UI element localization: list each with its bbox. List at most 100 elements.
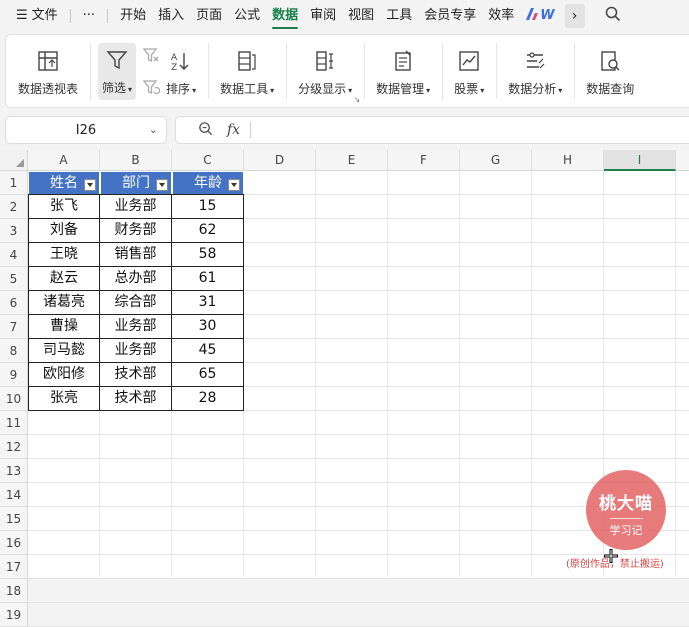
table-cell[interactable]: 诸葛亮 bbox=[28, 290, 100, 315]
table-cell[interactable]: 司马懿 bbox=[28, 338, 100, 363]
row-header-11[interactable]: 11 bbox=[0, 411, 28, 435]
table-cell[interactable]: 61 bbox=[171, 266, 244, 291]
zoom-search-icon[interactable] bbox=[198, 121, 213, 140]
row-header-19[interactable]: 19 bbox=[0, 603, 28, 627]
filter-button[interactable]: 筛选 ▾ bbox=[98, 42, 137, 100]
tab-review[interactable]: 审阅 bbox=[304, 0, 342, 32]
table-cell[interactable]: 技术部 bbox=[99, 362, 172, 387]
column-header-c[interactable]: C bbox=[172, 150, 244, 171]
table-cell[interactable]: 业务部 bbox=[99, 314, 172, 339]
table-cell[interactable]: 业务部 bbox=[99, 194, 172, 219]
row-header-2[interactable]: 2 bbox=[0, 195, 28, 219]
data-analysis-button[interactable]: 数据分析 ▾ bbox=[504, 42, 566, 101]
tab-home[interactable]: 开始 bbox=[114, 0, 152, 32]
row-header-10[interactable]: 10 bbox=[0, 387, 28, 411]
menu-file[interactable]: 文件 bbox=[30, 0, 64, 32]
row-header-15[interactable]: 15 bbox=[0, 507, 28, 531]
chevron-right-icon[interactable]: › bbox=[564, 4, 585, 28]
select-all-corner[interactable] bbox=[0, 150, 28, 171]
cell-reference: I26 bbox=[75, 122, 97, 138]
table-cell[interactable]: 曹操 bbox=[28, 314, 100, 339]
row-header-4[interactable]: 4 bbox=[0, 243, 28, 267]
column-header-b[interactable]: B bbox=[100, 150, 172, 171]
menu-more[interactable]: ··· bbox=[77, 0, 101, 32]
reapply-filter-icon[interactable] bbox=[140, 76, 162, 98]
menu-hamburger-icon[interactable]: ☰ bbox=[10, 0, 30, 32]
outline-button[interactable]: 分级显示 ▾ bbox=[294, 42, 356, 101]
table-header-cell[interactable]: 部门 bbox=[100, 171, 172, 195]
column-header-a[interactable]: A bbox=[28, 150, 100, 171]
tab-page[interactable]: 页面 bbox=[190, 0, 228, 32]
tab-formula[interactable]: 公式 bbox=[228, 0, 266, 32]
row-header-9[interactable]: 9 bbox=[0, 363, 28, 387]
column-header-g[interactable]: G bbox=[460, 150, 532, 171]
name-box[interactable]: I26 ⌄ bbox=[5, 116, 167, 144]
column-header-f[interactable]: F bbox=[388, 150, 460, 171]
row-header-7[interactable]: 7 bbox=[0, 315, 28, 339]
table-cell[interactable]: 58 bbox=[171, 242, 244, 267]
table-cell[interactable]: 45 bbox=[171, 338, 244, 363]
tab-efficiency[interactable]: 效率 bbox=[482, 0, 520, 32]
chevron-down-icon[interactable]: ⌄ bbox=[149, 123, 158, 136]
filter-dropdown-icon[interactable] bbox=[156, 179, 168, 191]
column-header-i[interactable]: I bbox=[604, 150, 676, 171]
row-header-18[interactable]: 18 bbox=[0, 579, 28, 603]
data-query-button[interactable]: 数据查询 bbox=[582, 42, 638, 101]
tab-insert[interactable]: 插入 bbox=[152, 0, 190, 32]
stocks-button[interactable]: 股票 ▾ bbox=[450, 42, 488, 101]
row-header-13[interactable]: 13 bbox=[0, 459, 28, 483]
table-cell[interactable]: 65 bbox=[171, 362, 244, 387]
clear-filter-icon[interactable] bbox=[140, 44, 162, 66]
tab-member[interactable]: 会员专享 bbox=[418, 0, 482, 32]
column-header-h[interactable]: H bbox=[532, 150, 604, 171]
row-header-14[interactable]: 14 bbox=[0, 483, 28, 507]
table-cell[interactable]: 销售部 bbox=[99, 242, 172, 267]
data-tools-button[interactable]: 数据工具 ▾ bbox=[216, 42, 278, 101]
fx-icon[interactable]: fx bbox=[227, 122, 240, 138]
table-header-cell[interactable]: 年龄 bbox=[172, 171, 244, 195]
table-cell[interactable]: 业务部 bbox=[99, 338, 172, 363]
table-cell[interactable]: 30 bbox=[171, 314, 244, 339]
table-cell[interactable]: 欧阳修 bbox=[28, 362, 100, 387]
table-cell[interactable]: 刘备 bbox=[28, 218, 100, 243]
table-cell[interactable]: 28 bbox=[171, 386, 244, 411]
table-cell[interactable]: 张亮 bbox=[28, 386, 100, 411]
chevron-down-icon: ▾ bbox=[480, 85, 485, 95]
formula-input[interactable]: fx bbox=[175, 116, 689, 144]
row-header-16[interactable]: 16 bbox=[0, 531, 28, 555]
table-cell[interactable]: 综合部 bbox=[99, 290, 172, 315]
table-cell[interactable]: 王晓 bbox=[28, 242, 100, 267]
table-header-cell[interactable]: 姓名 bbox=[28, 171, 100, 195]
row-header-17[interactable]: 17 bbox=[0, 555, 28, 579]
row-header-6[interactable]: 6 bbox=[0, 291, 28, 315]
column-gridline bbox=[675, 171, 676, 577]
row-header-3[interactable]: 3 bbox=[0, 219, 28, 243]
table-cell[interactable]: 赵云 bbox=[28, 266, 100, 291]
pivot-table-button[interactable]: 数据透视表 bbox=[14, 42, 82, 101]
row-header-12[interactable]: 12 bbox=[0, 435, 28, 459]
column-header-e[interactable]: E bbox=[316, 150, 388, 171]
data-query-icon bbox=[597, 48, 623, 74]
filter-dropdown-icon[interactable] bbox=[228, 179, 240, 191]
table-cell[interactable]: 15 bbox=[171, 194, 244, 219]
expand-corner-icon[interactable]: ↘ bbox=[353, 95, 360, 104]
row-header-8[interactable]: 8 bbox=[0, 339, 28, 363]
tab-tools[interactable]: 工具 bbox=[380, 0, 418, 32]
table-cell[interactable]: 财务部 bbox=[99, 218, 172, 243]
tab-data[interactable]: 数据 bbox=[266, 0, 304, 32]
row-header-5[interactable]: 5 bbox=[0, 267, 28, 291]
table-cell[interactable]: 31 bbox=[171, 290, 244, 315]
sort-button[interactable]: AZ 排序 ▾ bbox=[162, 42, 200, 101]
tab-view[interactable]: 视图 bbox=[342, 0, 380, 32]
data-management-button[interactable]: 数据管理 ▾ bbox=[372, 42, 434, 101]
table-cell[interactable]: 张飞 bbox=[28, 194, 100, 219]
table-cell[interactable]: 62 bbox=[171, 218, 244, 243]
row-header-1[interactable]: 1 bbox=[0, 171, 28, 195]
tab-wps-ai[interactable]: W bbox=[520, 0, 560, 32]
column-header-d[interactable]: D bbox=[244, 150, 316, 171]
search-icon[interactable] bbox=[605, 6, 621, 26]
table-cell[interactable]: 总办部 bbox=[99, 266, 172, 291]
sort-icon: AZ bbox=[168, 48, 194, 74]
table-cell[interactable]: 技术部 bbox=[99, 386, 172, 411]
filter-dropdown-icon[interactable] bbox=[84, 179, 96, 191]
